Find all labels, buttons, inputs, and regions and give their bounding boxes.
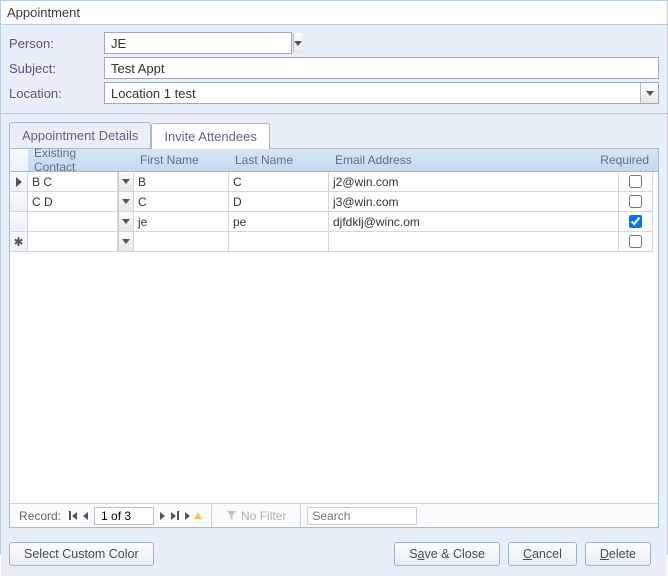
nav-new-button[interactable] — [182, 512, 205, 520]
cell-email[interactable]: djfdklj@winc.om — [329, 212, 619, 232]
required-checkbox[interactable] — [629, 215, 642, 228]
table-row[interactable]: B C B C j2@win.com — [10, 172, 658, 192]
nav-first-button[interactable] — [66, 511, 80, 520]
separator — [211, 506, 212, 526]
attendees-grid: Existing Contact First Name Last Name Em… — [10, 149, 658, 252]
cell-email[interactable]: j2@win.com — [329, 172, 619, 192]
cell-contact-dropdown[interactable] — [118, 232, 134, 252]
location-input[interactable] — [105, 84, 640, 103]
new-record-icon: ✱ — [13, 235, 23, 249]
row-selector[interactable] — [10, 192, 28, 212]
grid-header-selector — [10, 149, 28, 171]
cell-first[interactable] — [134, 232, 229, 252]
location-dropdown-button[interactable] — [640, 83, 658, 103]
required-checkbox[interactable] — [629, 235, 642, 248]
grid-header-required[interactable]: Required — [619, 149, 653, 171]
record-label: Record: — [19, 509, 61, 523]
table-row[interactable]: je pe djfdklj@winc.om — [10, 212, 658, 232]
grid-header-contact[interactable]: Existing Contact — [28, 149, 118, 171]
save-close-button[interactable]: Save & Close — [394, 542, 500, 566]
tab-invite-attendees[interactable]: Invite Attendees — [151, 123, 270, 149]
cell-contact[interactable] — [28, 232, 118, 252]
chevron-down-icon — [646, 91, 654, 96]
subject-input[interactable] — [104, 57, 659, 79]
cancel-button[interactable]: Cancel — [508, 542, 577, 566]
person-dropdown-button[interactable] — [293, 33, 302, 53]
cell-required[interactable] — [619, 192, 653, 212]
location-combo[interactable] — [104, 82, 659, 104]
grid-header-first[interactable]: First Name — [134, 149, 229, 171]
cell-email[interactable]: j3@win.com — [329, 192, 619, 212]
window-title: Appointment — [1, 1, 667, 25]
record-navigation-bar: Record: No Filter — [10, 503, 658, 527]
cell-last[interactable]: D — [229, 192, 329, 212]
no-filter-label: No Filter — [241, 509, 286, 523]
cell-contact-dropdown[interactable] — [118, 212, 134, 232]
nav-next-button[interactable] — [157, 512, 168, 520]
person-combo[interactable] — [104, 32, 292, 54]
cell-contact[interactable]: C D — [28, 192, 118, 212]
search-input[interactable] — [307, 507, 417, 525]
row-selector[interactable] — [10, 212, 28, 232]
select-custom-color-button[interactable]: Select Custom Color — [9, 542, 154, 566]
chevron-down-icon — [122, 239, 130, 244]
separator — [300, 506, 301, 526]
cell-contact[interactable]: B C — [28, 172, 118, 192]
location-label: Location: — [9, 86, 104, 101]
tab-panel-invite: Existing Contact First Name Last Name Em… — [9, 148, 659, 528]
grid-header-row: Existing Contact First Name Last Name Em… — [10, 149, 658, 172]
cell-contact-dropdown[interactable] — [118, 172, 134, 192]
cell-contact-dropdown[interactable] — [118, 192, 134, 212]
subject-label: Subject: — [9, 61, 104, 76]
grid-header-last[interactable]: Last Name — [229, 149, 329, 171]
record-position[interactable] — [94, 507, 154, 525]
cell-required[interactable] — [619, 172, 653, 192]
table-row[interactable]: C D C D j3@win.com — [10, 192, 658, 212]
cell-required[interactable] — [619, 232, 653, 252]
required-checkbox[interactable] — [629, 175, 642, 188]
nav-last-button[interactable] — [168, 511, 182, 520]
row-selector[interactable] — [10, 172, 28, 192]
chevron-down-icon — [122, 179, 130, 184]
cell-last[interactable] — [229, 232, 329, 252]
no-filter-indicator[interactable]: No Filter — [226, 509, 286, 523]
chevron-down-icon — [122, 199, 130, 204]
table-new-row[interactable]: ✱ — [10, 232, 658, 252]
person-input[interactable] — [105, 34, 293, 53]
grid-header-email[interactable]: Email Address — [329, 149, 619, 171]
required-checkbox[interactable] — [629, 195, 642, 208]
cell-contact[interactable] — [28, 212, 118, 232]
chevron-down-icon — [294, 41, 302, 46]
appointment-header-form: Person: Subject: Location: — [1, 25, 667, 114]
current-row-pointer-icon — [16, 177, 22, 187]
chevron-down-icon — [122, 219, 130, 224]
new-record-star-icon — [194, 512, 202, 519]
cell-last[interactable]: pe — [229, 212, 329, 232]
cell-last[interactable]: C — [229, 172, 329, 192]
delete-button[interactable]: Delete — [585, 542, 651, 566]
cell-required[interactable] — [619, 212, 653, 232]
tab-appointment-details[interactable]: Appointment Details — [9, 122, 151, 148]
cell-email[interactable] — [329, 232, 619, 252]
cell-first[interactable]: B — [134, 172, 229, 192]
tabs-row: Appointment Details Invite Attendees — [9, 122, 659, 148]
nav-prev-button[interactable] — [80, 512, 91, 520]
row-selector-new[interactable]: ✱ — [10, 232, 28, 252]
grid-header-dd — [118, 149, 134, 171]
person-label: Person: — [9, 36, 104, 51]
filter-icon — [226, 510, 237, 521]
cell-first[interactable]: je — [134, 212, 229, 232]
footer-buttons: Select Custom Color Save & Close Cancel … — [1, 536, 667, 576]
cell-first[interactable]: C — [134, 192, 229, 212]
